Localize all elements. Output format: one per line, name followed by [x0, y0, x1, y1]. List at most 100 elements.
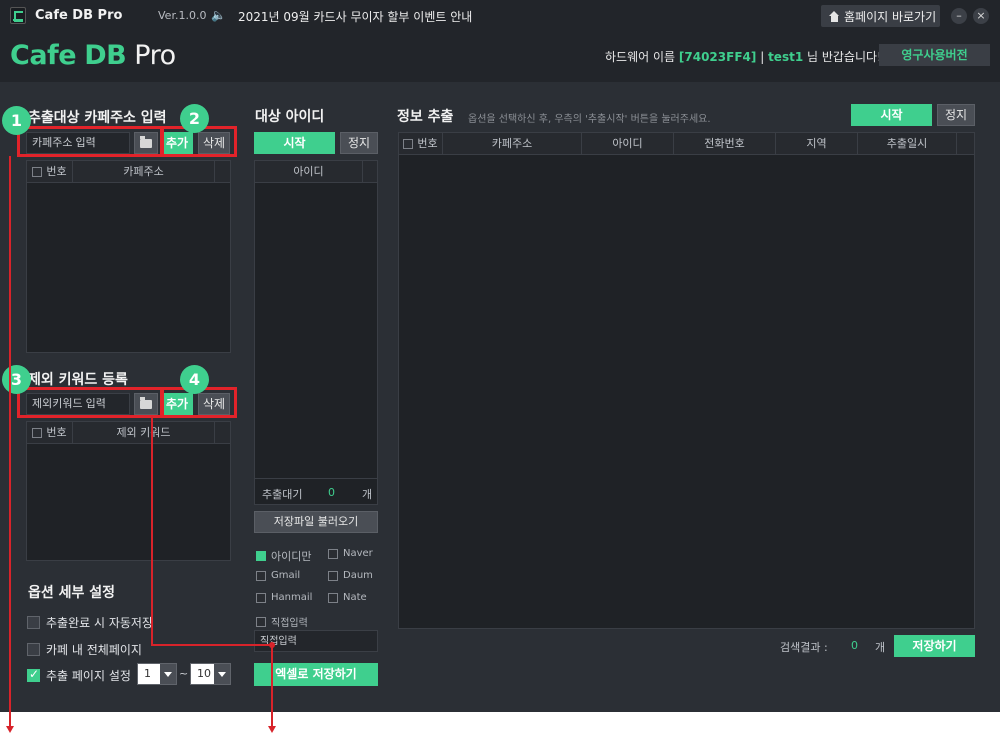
homepage-button[interactable]: 홈페이지 바로가기 — [821, 5, 940, 27]
brand-logo: Cafe DB Pro — [10, 40, 176, 71]
result-col-number-label: 번호 — [417, 137, 438, 150]
speaker-icon: 🔈 — [211, 8, 226, 22]
license-button[interactable]: 영구사용버전 — [879, 44, 990, 66]
naver-checkbox[interactable] — [328, 548, 338, 559]
app-name: Cafe DB Pro — [35, 8, 123, 23]
target-stop-button[interactable]: 정지 — [340, 132, 378, 154]
homepage-button-label: 홈페이지 바로가기 — [844, 9, 937, 24]
result-col-date: 추출일시 — [858, 133, 957, 155]
auto-save-checkbox[interactable] — [27, 616, 40, 629]
waiting-count: 0 — [328, 486, 335, 499]
keyword-col-spacer — [215, 422, 230, 444]
opt-id-only[interactable]: 아이디만 — [256, 548, 311, 564]
result-col-id: 아이디 — [582, 133, 674, 155]
target-ids-title: 대상 아이디 — [255, 109, 325, 125]
annotation-line-mid-horizontal — [151, 644, 273, 646]
opt-gmail[interactable]: Gmail — [256, 570, 300, 581]
auto-save-label: 추출완료 시 자동저장 — [46, 616, 153, 630]
page-from-value: 1 — [144, 667, 151, 680]
url-col-address: 카페주소 — [73, 161, 215, 183]
annotation-line-mid-down — [271, 646, 273, 726]
keyword-list-panel[interactable]: 번호 제외 키워드 — [26, 421, 231, 561]
load-saved-file-button[interactable]: 저장파일 불러오기 — [254, 511, 378, 533]
page-from-select[interactable]: 1 — [137, 663, 177, 685]
page-setting-option[interactable]: 추출 페이지 설정 — [27, 667, 131, 684]
result-count-label: 검색결과 : — [780, 641, 828, 654]
naver-label: Naver — [343, 548, 373, 559]
all-pages-label: 카페 내 전체페이지 — [46, 643, 142, 657]
url-col-number: 번호 — [27, 161, 73, 183]
waiting-label: 추출대기 — [262, 488, 303, 501]
target-id-list-header: 아이디 — [255, 161, 377, 183]
target-col-spacer — [363, 161, 377, 183]
annotation-box-url-input — [17, 126, 164, 157]
opt-naver[interactable]: Naver — [328, 548, 373, 559]
direct-input-checkbox[interactable] — [256, 616, 266, 627]
results-table[interactable]: 번호 카페주소 아이디 전화번호 지역 추출일시 — [398, 132, 975, 629]
page-setting-label: 추출 페이지 설정 — [46, 669, 131, 683]
id-only-label: 아이디만 — [271, 550, 312, 563]
daum-label: Daum — [343, 570, 373, 581]
nate-checkbox[interactable] — [328, 592, 338, 603]
extract-title: 정보 추출 — [397, 109, 454, 125]
brand-db: DB — [84, 40, 127, 71]
url-select-all-checkbox[interactable] — [32, 167, 43, 177]
notice-link[interactable]: 2021년 09월 카드사 무이자 할부 이벤트 안내 — [238, 8, 472, 25]
annotation-line-left — [9, 156, 11, 727]
result-col-spacer — [957, 133, 974, 155]
page-setting-checkbox[interactable] — [27, 667, 40, 682]
url-list-header: 번호 카페주소 — [27, 161, 230, 183]
keyword-col-number: 번호 — [27, 422, 73, 444]
gmail-checkbox[interactable] — [256, 570, 266, 581]
keyword-select-all-checkbox[interactable] — [32, 428, 43, 438]
annotation-badge-3: 3 — [2, 365, 31, 394]
opt-hanmail[interactable]: Hanmail — [256, 592, 312, 603]
options-title: 옵션 세부 설정 — [28, 585, 116, 601]
result-count: 0 — [851, 639, 858, 652]
keyword-list-header: 번호 제외 키워드 — [27, 422, 230, 444]
opt-direct[interactable]: 직접입력 — [256, 614, 308, 629]
target-id-list-panel[interactable]: 아이디 추출대기 0 개 — [254, 160, 378, 505]
greeting-text: 님 반갑습니다! — [807, 50, 882, 64]
daum-checkbox[interactable] — [328, 570, 338, 581]
keyword-col-number-label: 번호 — [46, 426, 67, 439]
title-bar: Cafe DB Pro Ver.1.0.0 🔈 2021년 09월 카드사 무이… — [0, 0, 1000, 32]
app-logo-icon — [10, 7, 26, 24]
result-select-all-checkbox[interactable] — [403, 139, 414, 149]
extract-start-button[interactable]: 시작 — [851, 104, 932, 126]
annotation-box-keyword-input — [17, 387, 164, 418]
chevron-down-icon — [214, 664, 230, 684]
save-results-button[interactable]: 저장하기 — [894, 635, 975, 657]
target-start-button[interactable]: 시작 — [254, 132, 335, 154]
direct-input-label: 직접입력 — [271, 618, 308, 629]
app-window: Cafe DB Pro Ver.1.0.0 🔈 2021년 09월 카드사 무이… — [0, 0, 1000, 712]
waiting-unit: 개 — [362, 488, 373, 501]
result-count-unit: 개 — [875, 641, 886, 654]
nate-label: Nate — [343, 592, 367, 603]
annotation-badge-2: 2 — [180, 104, 209, 133]
hardware-info: 하드웨어 이름 [74023FF4] | test1 님 반갑습니다! — [605, 48, 882, 65]
home-icon — [829, 10, 840, 22]
result-col-cafe-url: 카페주소 — [443, 133, 582, 155]
auto-save-option[interactable]: 추출완료 시 자동저장 — [27, 614, 153, 631]
id-only-checkbox[interactable] — [256, 551, 266, 561]
opt-nate[interactable]: Nate — [328, 592, 367, 603]
hardware-separator: | — [760, 50, 765, 64]
annotation-badge-1: 1 — [2, 106, 31, 135]
extract-hint: 옵션을 선택하신 후, 우측의 '추출시작' 버튼을 눌러주세요. — [468, 114, 711, 125]
close-button[interactable]: × — [973, 8, 989, 24]
all-pages-checkbox[interactable] — [27, 643, 40, 656]
url-section-title: 추출대상 카페주소 입력 — [28, 110, 167, 126]
all-pages-option[interactable]: 카페 내 전체페이지 — [27, 641, 142, 658]
extract-stop-button[interactable]: 정지 — [937, 104, 975, 126]
hanmail-checkbox[interactable] — [256, 592, 266, 603]
annotation-arrow-mid — [268, 726, 276, 733]
page-range-tilde: ~ — [179, 667, 189, 680]
version-label: Ver.1.0.0 — [158, 9, 207, 22]
keyword-col-text: 제외 키워드 — [73, 422, 215, 444]
url-list-panel[interactable]: 번호 카페주소 — [26, 160, 231, 353]
page-to-select[interactable]: 10 — [190, 663, 231, 685]
minimize-button[interactable]: – — [951, 8, 967, 24]
page-to-value: 10 — [197, 667, 211, 680]
opt-daum[interactable]: Daum — [328, 570, 373, 581]
